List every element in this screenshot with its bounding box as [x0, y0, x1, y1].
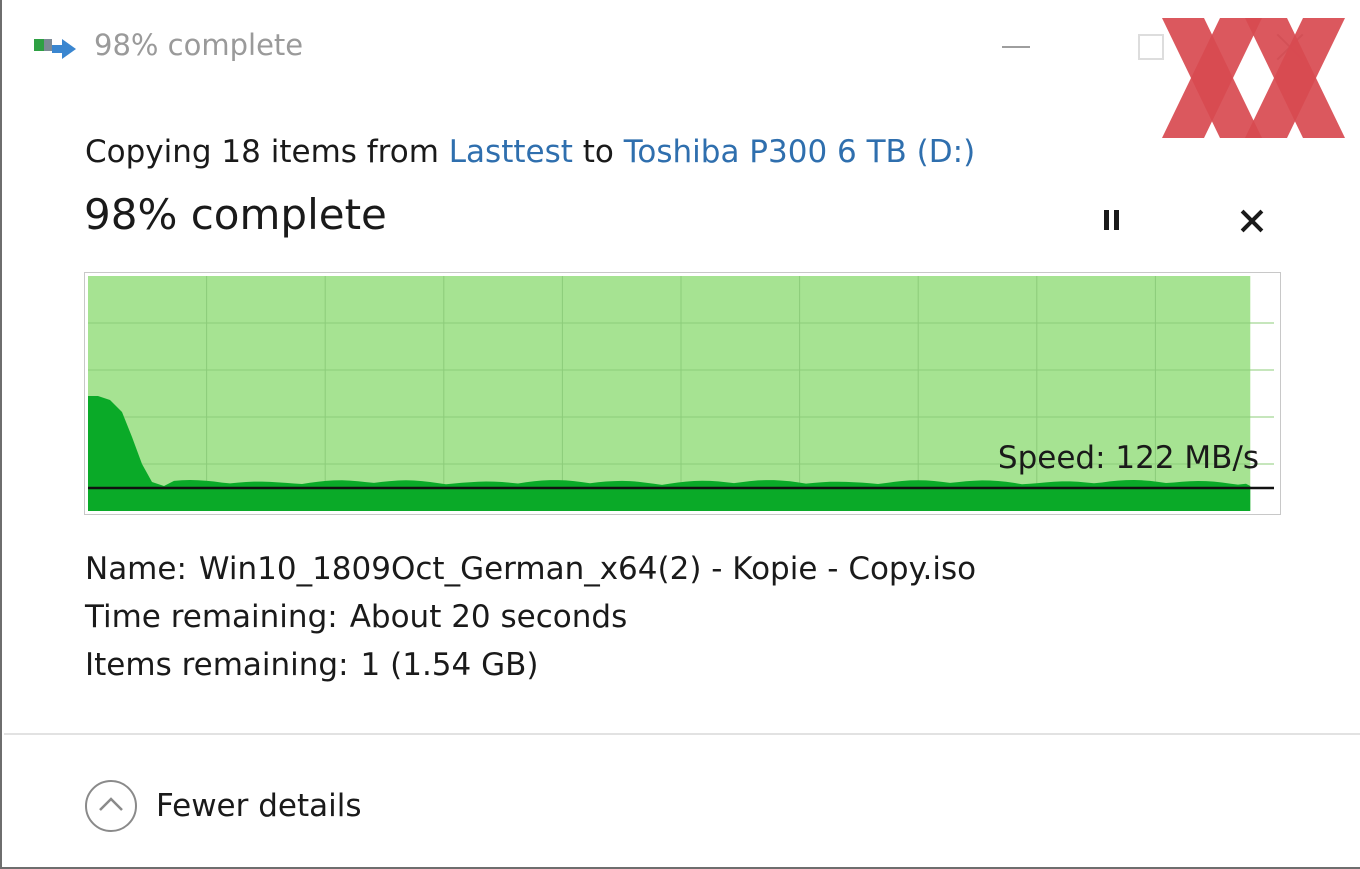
destination-link[interactable]: Toshiba P300 6 TB (D:) — [624, 134, 975, 170]
xx-logo — [1162, 18, 1345, 138]
pause-button[interactable] — [1088, 198, 1136, 244]
items-remaining-value: 1 (1.54 GB) — [360, 647, 539, 683]
progress-percentage: 98% complete — [84, 190, 387, 239]
speed-label: Speed: 122 MB/s — [997, 440, 1259, 476]
copy-prefix: Copying 18 items from — [85, 134, 439, 170]
window-title: 98% complete — [94, 28, 304, 62]
name-label: Name: — [85, 551, 187, 587]
transfer-details: Name: Win10_1809Oct_German_x64(2) - Kopie… — [85, 546, 976, 690]
transfer-speed-graph: Speed: 122 MB/s — [84, 272, 1281, 515]
title-bar[interactable]: 98% complete — [2, 0, 1360, 138]
file-name: Win10_1809Oct_German_x64(2) - Kopie - Co… — [198, 551, 977, 587]
time-remaining-value: About 20 seconds — [349, 599, 628, 635]
chevron-up-icon — [85, 780, 137, 832]
file-copy-icon — [34, 39, 76, 59]
time-remaining-label: Time remaining: — [85, 599, 338, 635]
copy-description: Copying 18 items from Lasttest to Toshib… — [85, 134, 975, 170]
minimize-button[interactable] — [987, 22, 1047, 72]
pause-icon-bar — [1114, 210, 1119, 230]
copy-progress-dialog: 98% complete Copying 18 items from Lastt… — [0, 0, 1360, 869]
source-link[interactable]: Lasttest — [449, 134, 573, 170]
pause-icon-bar — [1104, 210, 1109, 230]
time-remaining-row: Time remaining: About 20 seconds — [85, 594, 976, 642]
fewer-details-button[interactable]: Fewer details — [84, 779, 362, 833]
dialog-footer: Fewer details — [2, 735, 1360, 867]
name-row: Name: Win10_1809Oct_German_x64(2) - Kopie… — [85, 546, 976, 594]
cancel-button[interactable] — [1228, 198, 1276, 244]
fewer-details-label: Fewer details — [156, 788, 362, 824]
items-remaining-row: Items remaining: 1 (1.54 GB) — [85, 642, 976, 690]
items-remaining-label: Items remaining: — [85, 647, 349, 683]
copy-connector: to — [582, 134, 614, 170]
